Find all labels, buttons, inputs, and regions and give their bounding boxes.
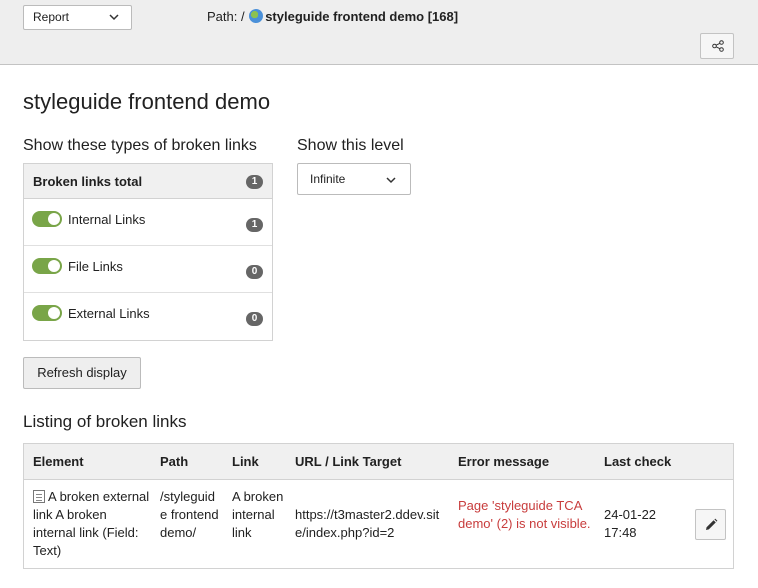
internal-links-label[interactable]: Internal Links [68, 212, 145, 227]
share-button[interactable] [700, 33, 734, 59]
page-title: styleguide frontend demo [23, 89, 271, 114]
broken-links-total: Broken links total 1 [24, 164, 272, 199]
listing-title: Listing of broken links [23, 412, 187, 431]
cell-element-text: A broken external link A broken internal… [33, 489, 150, 558]
column-header-path: Path [160, 454, 189, 469]
content-element-icon [33, 490, 45, 503]
chevron-down-icon [386, 177, 396, 184]
cell-path: /styleguide frontend demo/ [160, 489, 219, 540]
edit-button[interactable] [695, 509, 726, 540]
external-links-toggle[interactable] [32, 305, 62, 321]
module-function-value: Report [33, 10, 70, 24]
table-header: Element Path Link URL / Link Target Erro… [24, 444, 733, 480]
chevron-down-icon [109, 14, 119, 21]
level-value: Infinite [310, 172, 346, 186]
cell-last-check: 24-01-22 17:48 [604, 506, 674, 542]
module-function-select[interactable]: Report [23, 5, 132, 30]
external-links-label[interactable]: External Links [68, 306, 150, 321]
column-header-url: URL / Link Target [295, 454, 402, 469]
path-prefix: Path: / [207, 9, 245, 24]
pencil-icon [706, 518, 718, 530]
file-count-badge: 0 [246, 265, 263, 279]
types-label: Show these types of broken links [23, 137, 257, 154]
link-types-panel: Broken links total 1 Internal Links 1 Fi… [23, 163, 273, 341]
type-row-file: File Links 0 [24, 246, 272, 293]
type-row-internal: Internal Links 1 [24, 199, 272, 246]
internal-count-badge: 1 [246, 218, 263, 232]
cell-url: https://t3master2.ddev.site/index.php?id… [295, 507, 440, 540]
cell-error: Page 'styleguide TCA demo' (2) is not vi… [458, 498, 591, 531]
refresh-display-button[interactable]: Refresh display [23, 357, 141, 389]
external-count-badge: 0 [246, 312, 263, 326]
last-check-time: 17:48 [604, 525, 637, 540]
column-header-element: Element [33, 454, 84, 469]
total-label: Broken links total [33, 174, 143, 189]
share-icon [712, 40, 724, 52]
cell-link: A broken internal link [232, 489, 284, 540]
column-header-link: Link [232, 454, 259, 469]
file-links-label[interactable]: File Links [68, 259, 123, 274]
level-select[interactable]: Infinite [297, 163, 411, 195]
column-header-error: Error message [458, 454, 550, 469]
type-row-external: External Links 0 [24, 293, 272, 340]
internal-links-toggle[interactable] [32, 211, 62, 227]
column-header-last-check: Last check [604, 454, 672, 469]
breadcrumb: Path: / styleguide frontend demo [168] [207, 9, 458, 24]
file-links-toggle[interactable] [32, 258, 62, 274]
level-label: Show this level [297, 137, 404, 154]
broken-links-table: Element Path Link URL / Link Target Erro… [23, 443, 734, 569]
module-docheader: Report Path: / styleguide frontend demo … [0, 0, 758, 65]
path-page[interactable]: styleguide frontend demo [168] [265, 9, 458, 24]
cell-element[interactable]: A broken external link A broken internal… [33, 488, 151, 560]
globe-icon [249, 9, 264, 23]
last-check-date: 24-01-22 [604, 507, 657, 522]
total-count-badge: 1 [246, 175, 263, 189]
